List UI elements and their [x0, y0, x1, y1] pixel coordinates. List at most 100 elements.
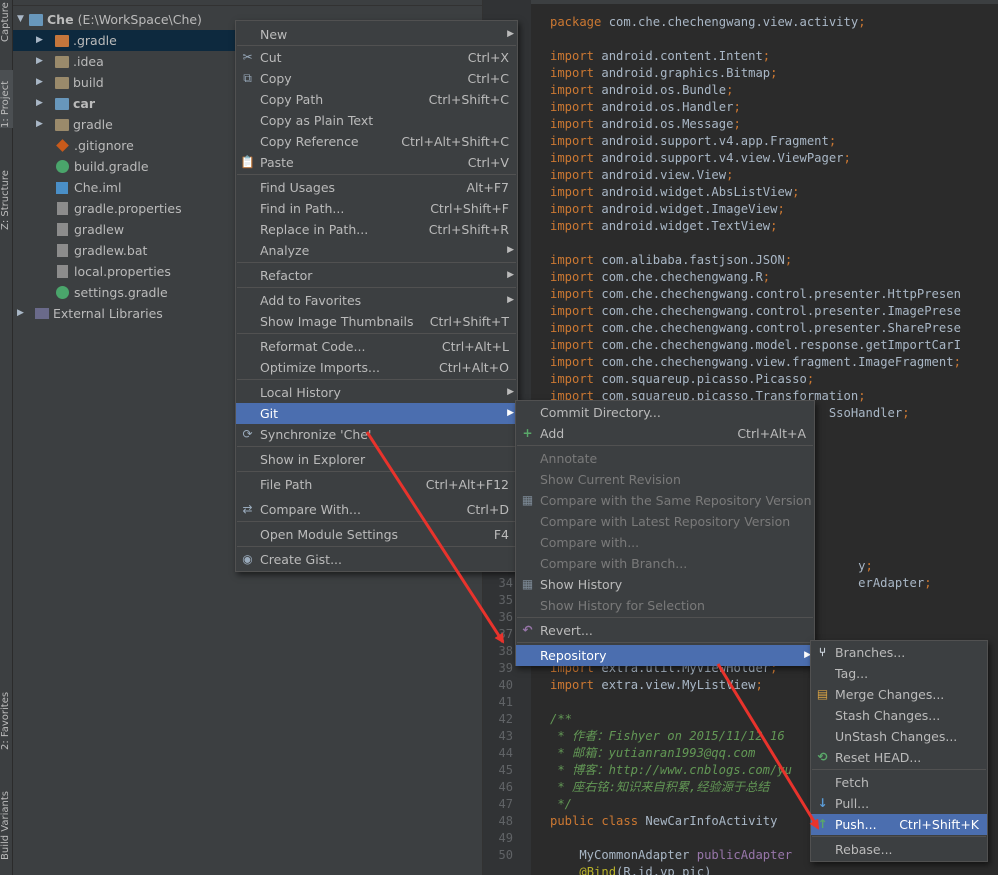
expand-arrow-icon[interactable]: ▼ — [17, 9, 29, 30]
tree-item-car[interactable]: ▶ car — [36, 93, 95, 114]
code-line[interactable]: import android.os.Bundle; — [550, 82, 733, 99]
git-item-show-history-for-selection[interactable]: Show History for Selection — [516, 595, 814, 616]
tree-root[interactable]: ▼ Che (E:\WorkSpace\Che) — [17, 9, 202, 30]
code-line[interactable]: import com.che.chechengwang.view.fragmen… — [550, 354, 961, 371]
code-line[interactable]: import com.che.chechengwang.R; — [550, 269, 770, 286]
code-line[interactable]: import android.support.v4.app.Fragment; — [550, 133, 836, 150]
tab-capture[interactable]: Capture — [0, 2, 13, 42]
menu-item-find-in-path[interactable]: Find in Path... Ctrl+Shift+F — [236, 198, 517, 219]
git-item-show-history[interactable]: ▦ Show History — [516, 574, 814, 595]
code-line[interactable]: import android.widget.ImageView; — [550, 201, 785, 218]
git-item-show-current-revision[interactable]: Show Current Revision — [516, 469, 814, 490]
repo-item-rebase[interactable]: Rebase... — [811, 839, 987, 860]
code-line[interactable]: import com.che.chechengwang.control.pres… — [550, 303, 961, 320]
menu-item-optimize-imports[interactable]: Optimize Imports... Ctrl+Alt+O — [236, 357, 517, 378]
code-line[interactable]: /** — [550, 711, 572, 728]
code-line[interactable]: * 博客：http://www.cnblogs.com/yu — [550, 762, 792, 779]
repo-item-branches[interactable]: ⑂ Branches... — [811, 642, 987, 663]
expand-arrow-icon[interactable]: ▶ — [17, 303, 29, 324]
code-line[interactable]: import android.graphics.Bitmap; — [550, 65, 777, 82]
code-line[interactable]: import android.widget.TextView; — [550, 218, 777, 235]
menu-item-replace-in-path[interactable]: Replace in Path... Ctrl+Shift+R — [236, 219, 517, 240]
tab-favorites[interactable]: 2: Favorites — [0, 680, 13, 750]
code-line[interactable]: import com.squareup.picasso.Picasso; — [550, 371, 814, 388]
menu-item-file-path[interactable]: File Path Ctrl+Alt+F12 — [236, 474, 517, 495]
menu-item-synchronize-che[interactable]: ⟳ Synchronize 'Che' — [236, 424, 517, 445]
repo-item-fetch[interactable]: Fetch — [811, 772, 987, 793]
menu-item-add-to-favorites[interactable]: Add to Favorites ▶ — [236, 290, 517, 311]
code-line[interactable]: import com.alibaba.fastjson.JSON; — [550, 252, 792, 269]
menu-item-new[interactable]: New ▶ — [236, 24, 517, 45]
tab-project[interactable]: 1: Project — [0, 70, 13, 128]
menu-item-reformat-code[interactable]: Reformat Code... Ctrl+Alt+L — [236, 336, 517, 357]
git-item-revert[interactable]: ↶ Revert... — [516, 620, 814, 641]
menu-item-copy-as-plain-text[interactable]: Copy as Plain Text — [236, 110, 517, 131]
git-item-add[interactable]: + Add Ctrl+Alt+A — [516, 423, 814, 444]
tab-build-variants[interactable]: Build Variants — [0, 780, 13, 860]
code-line[interactable]: * 座右铭:知识来自积累,经验源于总结 — [550, 779, 769, 796]
tree-item-che-iml[interactable]: Che.iml — [55, 177, 121, 198]
git-item-repository[interactable]: Repository ▶ — [516, 645, 814, 666]
menu-item-show-image-thumbnails[interactable]: Show Image Thumbnails Ctrl+Shift+T — [236, 311, 517, 332]
repo-item-stash-changes[interactable]: Stash Changes... — [811, 705, 987, 726]
code-line[interactable]: import android.content.Intent; — [550, 48, 770, 65]
tree-item-idea[interactable]: ▶ .idea — [36, 51, 104, 72]
code-line[interactable]: import android.widget.AbsListView; — [550, 184, 800, 201]
menu-item-git[interactable]: Git ▶ — [236, 403, 517, 424]
code-line[interactable]: import android.os.Handler; — [550, 99, 741, 116]
git-item-compare-with-branch[interactable]: Compare with Branch... — [516, 553, 814, 574]
repo-item-pull[interactable]: ↓ Pull... — [811, 793, 987, 814]
code-line[interactable]: * 作者：Fishyer on 2015/11/12 16 — [550, 728, 784, 745]
git-item-compare-with[interactable]: Compare with... — [516, 532, 814, 553]
menu-item-open-module-settings[interactable]: Open Module Settings F4 — [236, 524, 517, 545]
tree-item-gradlew-bat[interactable]: gradlew.bat — [55, 240, 147, 261]
code-line[interactable]: */ — [550, 796, 572, 813]
expand-arrow-icon[interactable]: ▶ — [36, 51, 48, 72]
code-line[interactable]: @Bind(R.id.vp_pic) — [550, 864, 711, 875]
code-line[interactable]: package com.che.chechengwang.view.activi… — [550, 14, 866, 31]
tree-item-local-properties[interactable]: local.properties — [55, 261, 171, 282]
tree-item-gradle[interactable]: ▶ gradle — [36, 114, 113, 135]
tree-item-gitignore[interactable]: .gitignore — [55, 135, 134, 156]
git-item-compare-with-the-same-repository-version[interactable]: ▦ Compare with the Same Repository Versio… — [516, 490, 814, 511]
code-line[interactable]: import android.support.v4.view.ViewPager… — [550, 150, 851, 167]
code-line[interactable]: import com.che.chechengwang.model.respon… — [550, 337, 961, 354]
tree-item-build-gradle[interactable]: build.gradle — [55, 156, 149, 177]
code-line[interactable]: import android.view.View; — [550, 167, 733, 184]
expand-arrow-icon[interactable]: ▶ — [36, 72, 48, 93]
repo-item-push[interactable]: ↑ Push... Ctrl+Shift+K — [811, 814, 987, 835]
tree-item-gradle-properties[interactable]: gradle.properties — [55, 198, 182, 219]
repo-item-tag[interactable]: Tag... — [811, 663, 987, 684]
expand-arrow-icon[interactable]: ▶ — [36, 30, 48, 51]
menu-item-copy[interactable]: ⧉ Copy Ctrl+C — [236, 68, 517, 89]
menu-item-local-history[interactable]: Local History ▶ — [236, 382, 517, 403]
repo-item-reset-head[interactable]: ⟲ Reset HEAD... — [811, 747, 987, 768]
code-line[interactable]: import com.che.chechengwang.control.pres… — [550, 320, 961, 337]
menu-item-cut[interactable]: ✂ Cut Ctrl+X — [236, 47, 517, 68]
menu-item-create-gist[interactable]: ◉ Create Gist... — [236, 549, 517, 570]
git-item-compare-with-latest-repository-version[interactable]: Compare with Latest Repository Version — [516, 511, 814, 532]
code-line[interactable]: import android.os.Message; — [550, 116, 741, 133]
repo-item-unstash-changes[interactable]: UnStash Changes... — [811, 726, 987, 747]
code-line[interactable]: MyCommonAdapter publicAdapter — [550, 847, 792, 864]
menu-item-refactor[interactable]: Refactor ▶ — [236, 265, 517, 286]
menu-item-paste[interactable]: 📋 Paste Ctrl+V — [236, 152, 517, 173]
code-line[interactable]: import extra.view.MyListView; — [550, 677, 763, 694]
code-line[interactable]: import com.che.chechengwang.control.pres… — [550, 286, 961, 303]
git-item-commit-directory[interactable]: Commit Directory... — [516, 402, 814, 423]
tab-structure[interactable]: Z: Structure — [0, 160, 13, 230]
menu-item-copy-path[interactable]: Copy Path Ctrl+Shift+C — [236, 89, 517, 110]
tree-item-external-libraries[interactable]: ▶ External Libraries — [17, 303, 163, 324]
menu-item-show-in-explorer[interactable]: Show in Explorer — [236, 449, 517, 470]
menu-item-analyze[interactable]: Analyze ▶ — [236, 240, 517, 261]
git-item-annotate[interactable]: Annotate — [516, 448, 814, 469]
repo-item-merge-changes[interactable]: ▤ Merge Changes... — [811, 684, 987, 705]
code-line[interactable]: public class NewCarInfoActivity — [550, 813, 777, 830]
menu-item-copy-reference[interactable]: Copy Reference Ctrl+Alt+Shift+C — [236, 131, 517, 152]
menu-item-compare-with[interactable]: ⇄ Compare With... Ctrl+D — [236, 499, 517, 520]
expand-arrow-icon[interactable]: ▶ — [36, 93, 48, 114]
expand-arrow-icon[interactable]: ▶ — [36, 114, 48, 135]
tree-item-settings-gradle[interactable]: settings.gradle — [55, 282, 168, 303]
code-line[interactable]: * 邮箱：yutianran1993@qq.com — [550, 745, 755, 762]
tree-item-build[interactable]: ▶ build — [36, 72, 104, 93]
